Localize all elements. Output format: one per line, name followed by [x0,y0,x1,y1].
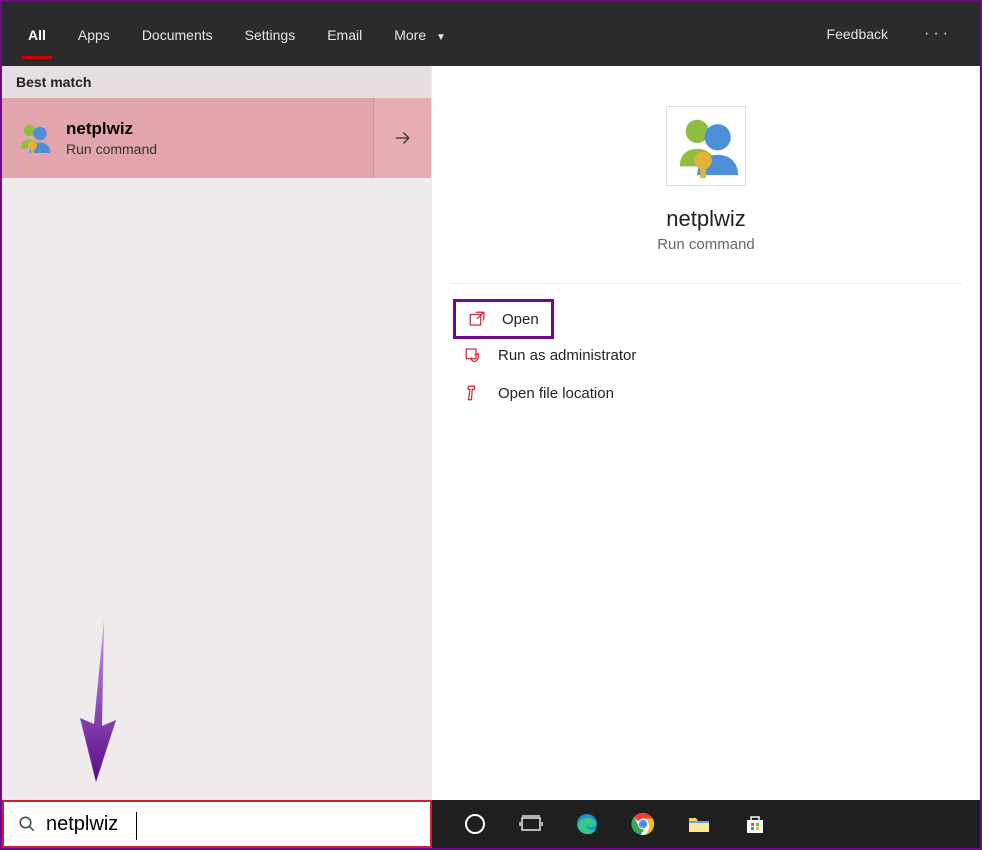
tab-documents[interactable]: Documents [126,5,229,63]
text-caret [136,812,137,840]
chrome-button[interactable] [630,811,656,837]
search-input[interactable] [46,802,430,846]
open-icon [468,310,486,328]
detail-icon [666,106,746,186]
result-title: netplwiz [66,119,157,139]
microsoft-store-button[interactable] [742,811,768,837]
search-filter-tabs: All Apps Documents Settings Email More ▼… [2,2,980,66]
user-accounts-icon [671,111,741,181]
file-explorer-button[interactable] [686,811,712,837]
tab-email[interactable]: Email [311,5,378,63]
folder-icon [464,384,482,402]
action-open-loc-label: Open file location [498,385,614,402]
folder-icon [687,812,711,836]
divider [450,283,962,284]
more-options-button[interactable]: ··· [906,25,970,43]
user-accounts-icon [16,120,52,156]
task-view-button[interactable] [518,811,544,837]
tab-more-label: More [394,27,426,43]
action-run-as-admin[interactable]: Run as administrator [456,336,956,374]
action-open[interactable]: Open [456,302,551,336]
cortana-icon [463,812,487,836]
task-view-icon [519,812,543,836]
detail-pane: netplwiz Run command Open Run as adminis… [432,66,980,800]
action-run-admin-label: Run as administrator [498,347,636,364]
action-open-file-location[interactable]: Open file location [456,374,956,412]
shield-icon [464,346,482,364]
tab-all[interactable]: All [12,5,62,63]
feedback-link[interactable]: Feedback [809,4,906,64]
result-main[interactable]: netplwiz Run command [2,98,373,178]
best-match-header: Best match [2,66,431,98]
taskbar [2,800,980,848]
action-open-label: Open [502,311,539,328]
result-netplwiz[interactable]: netplwiz Run command [2,98,431,178]
arrow-right-icon [393,128,413,148]
edge-icon [575,812,599,836]
cortana-button[interactable] [462,811,488,837]
chevron-down-icon: ▼ [436,32,446,43]
tab-more[interactable]: More ▼ [378,5,462,63]
store-icon [743,812,767,836]
tab-apps[interactable]: Apps [62,5,126,63]
edge-button[interactable] [574,811,600,837]
taskbar-search[interactable] [2,800,432,848]
detail-title: netplwiz [432,206,980,232]
result-expand-button[interactable] [373,98,431,178]
detail-subtitle: Run command [432,236,980,253]
chrome-icon [631,812,655,836]
tab-settings[interactable]: Settings [229,5,312,63]
results-pane: Best match netplwiz Run command [2,66,432,800]
result-subtitle: Run command [66,141,157,157]
search-icon [18,815,36,833]
annotation-arrow-icon [66,614,126,784]
